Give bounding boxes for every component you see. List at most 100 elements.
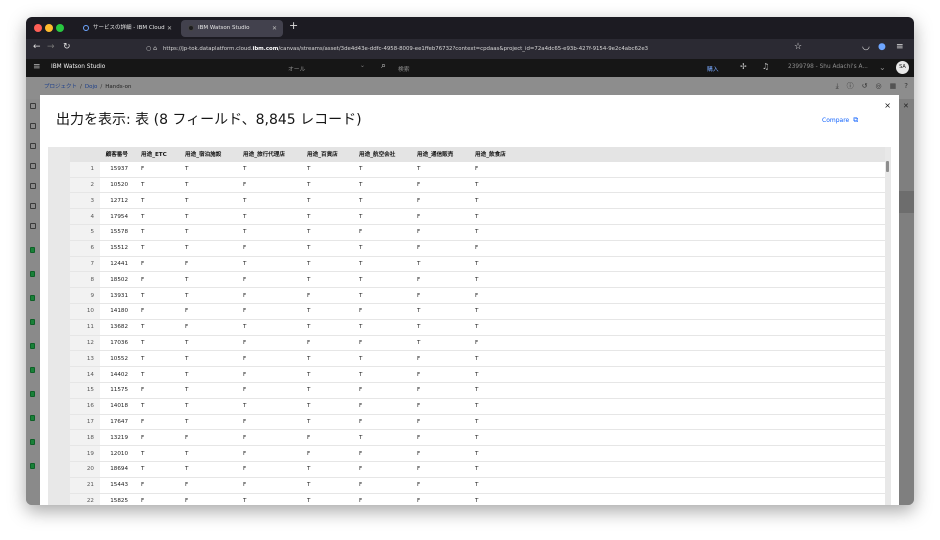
column-header[interactable]: 顧客番号	[100, 147, 138, 162]
row-number: 14	[70, 366, 100, 383]
table-row: 5 15578 T T T T F F T	[70, 224, 886, 241]
palette-node-icon[interactable]	[30, 439, 35, 445]
table-cell: F	[138, 271, 182, 289]
table-cell: T	[304, 240, 356, 257]
table-cell: T	[138, 287, 182, 304]
history-icon[interactable]: ↺	[862, 82, 868, 90]
column-header[interactable]: 用途_通信販売	[414, 147, 472, 162]
palette-outputs-icon[interactable]	[30, 223, 36, 229]
tab-label: サービスの詳細 - IBM Cloud	[93, 25, 165, 31]
vertical-scrollbar[interactable]	[885, 147, 891, 505]
table-cell: T	[304, 192, 356, 210]
search-scope-select[interactable]: オール	[288, 64, 305, 73]
column-header[interactable]: 用途_ETC	[138, 147, 182, 162]
palette-export-icon[interactable]	[30, 247, 35, 253]
compare-button[interactable]: Compare ⧉	[822, 116, 858, 125]
row-number: 16	[70, 398, 100, 415]
palette-node-icon[interactable]	[30, 343, 35, 349]
info-icon[interactable]: ⓘ	[847, 82, 854, 90]
table-cell: T	[182, 161, 240, 178]
palette-record-ops-icon[interactable]	[30, 143, 36, 149]
table-cell: 14180	[100, 303, 138, 320]
table-cell: T	[356, 208, 414, 225]
grid-icon[interactable]: ▦	[890, 82, 897, 90]
address-bar[interactable]: ○ ⌂ https://jp-tok.dataplatform.cloud.ibm…	[146, 42, 826, 55]
row-number: 10	[70, 303, 100, 320]
tab-close-icon[interactable]: ✕	[167, 20, 172, 37]
tab-ibm-cloud[interactable]: サービスの詳細 - IBM Cloud ✕	[76, 20, 178, 37]
breadcrumb-projects[interactable]: プロジェクト	[44, 84, 77, 90]
account-switcher[interactable]: 2399798 - Shu Adachi's A...	[788, 64, 868, 70]
palette-import-icon[interactable]	[30, 123, 36, 129]
palette-modeling-icon[interactable]	[30, 203, 36, 209]
settings-icon[interactable]: ◎	[876, 82, 882, 90]
close-icon[interactable]: ×	[884, 101, 891, 110]
reload-icon[interactable]: ↻	[63, 42, 71, 52]
bookmark-star-icon[interactable]: ☆	[794, 42, 802, 52]
back-arrow-icon[interactable]: ←	[33, 42, 41, 52]
side-menu-icon[interactable]: ≡	[33, 62, 41, 72]
table-cell: F	[414, 208, 472, 225]
palette-node-icon[interactable]	[30, 271, 35, 277]
palette-node-icon[interactable]	[30, 295, 35, 301]
palette-node-icon[interactable]	[30, 367, 35, 373]
column-header[interactable]: 用途_宿泊施設	[182, 147, 240, 162]
table-cell: F	[472, 240, 886, 257]
tab-close-icon[interactable]: ✕	[272, 20, 277, 37]
table-row: 9 13931 T T F F T F F	[70, 287, 886, 304]
table-cell: F	[414, 477, 472, 494]
output-list-item[interactable]	[899, 191, 914, 213]
column-header[interactable]: 用途_百貨店	[304, 147, 356, 162]
table-cell: F	[240, 429, 304, 447]
table-cell: T	[356, 287, 414, 304]
modal-title: 出力を表示: 表 (8 フィールド、8,845 レコード)	[56, 112, 362, 128]
zoom-window-button[interactable]	[56, 24, 64, 32]
forward-arrow-icon[interactable]: →	[47, 42, 55, 52]
account-icon[interactable]: ●	[878, 42, 886, 52]
hamburger-menu-icon[interactable]: ≡	[896, 42, 904, 52]
table-cell: T	[182, 382, 240, 399]
data-table-container[interactable]: 顧客番号 用途_ETC 用途_宿泊施設 用途_旅行代理店 用途_百貨店 用途_航空会社 用途…	[48, 147, 891, 505]
table-cell: F	[356, 398, 414, 415]
table-cell: F	[240, 303, 304, 320]
help-icon[interactable]: ?	[904, 82, 908, 90]
table-cell: 12712	[100, 192, 138, 210]
search-input[interactable]: 検索	[398, 64, 410, 73]
chevron-down-icon[interactable]: ⌄	[879, 63, 886, 72]
table-row: 21 15443 F F F T F F T	[70, 477, 886, 494]
close-window-button[interactable]	[34, 24, 42, 32]
table-cell: F	[472, 287, 886, 304]
palette-node-icon[interactable]	[30, 415, 35, 421]
palette-graphs-icon[interactable]	[30, 183, 36, 189]
search-icon[interactable]: ⌕	[381, 61, 386, 71]
minimize-window-button[interactable]	[45, 24, 53, 32]
url-path: /canvas/streams/asset/3de4d43e-ddfc-4958…	[278, 46, 649, 52]
column-header[interactable]: 用途_旅行代理店	[240, 147, 304, 162]
scrollbar-thumb[interactable]	[886, 161, 889, 172]
buy-link[interactable]: 購入	[707, 64, 719, 73]
avatar[interactable]: SA	[896, 61, 909, 74]
palette-search-icon[interactable]	[30, 103, 36, 109]
new-tab-button[interactable]: +	[289, 19, 298, 32]
table-cell: T	[182, 398, 240, 415]
app-brand[interactable]: IBM Watson Studio	[51, 64, 105, 70]
pocket-icon[interactable]: ◡	[862, 42, 870, 52]
palette-node-icon[interactable]	[30, 463, 35, 469]
notification-icon[interactable]: ♫	[762, 62, 769, 71]
breadcrumb-dojo[interactable]: Dojo	[85, 84, 98, 90]
palette-field-ops-icon[interactable]	[30, 163, 36, 169]
table-row: 22 15825 F F T T F F T	[70, 493, 886, 505]
tab-watson-studio[interactable]: IBM Watson Studio ✕	[181, 20, 283, 37]
column-header[interactable]: 用途_航空会社	[356, 147, 414, 162]
column-header[interactable]: 用途_飲食店	[472, 147, 886, 162]
catalog-icon[interactable]: ✢	[740, 62, 747, 71]
palette-node-icon[interactable]	[30, 319, 35, 325]
close-icon[interactable]: ✕	[903, 102, 909, 110]
download-icon[interactable]: ⤓	[836, 82, 839, 90]
table-cell: F	[414, 398, 472, 415]
chevron-down-icon[interactable]: ⌄	[360, 63, 365, 69]
table-cell: T	[304, 319, 356, 336]
row-number: 22	[70, 493, 100, 505]
table-cell: T	[240, 319, 304, 336]
palette-node-icon[interactable]	[30, 391, 35, 397]
